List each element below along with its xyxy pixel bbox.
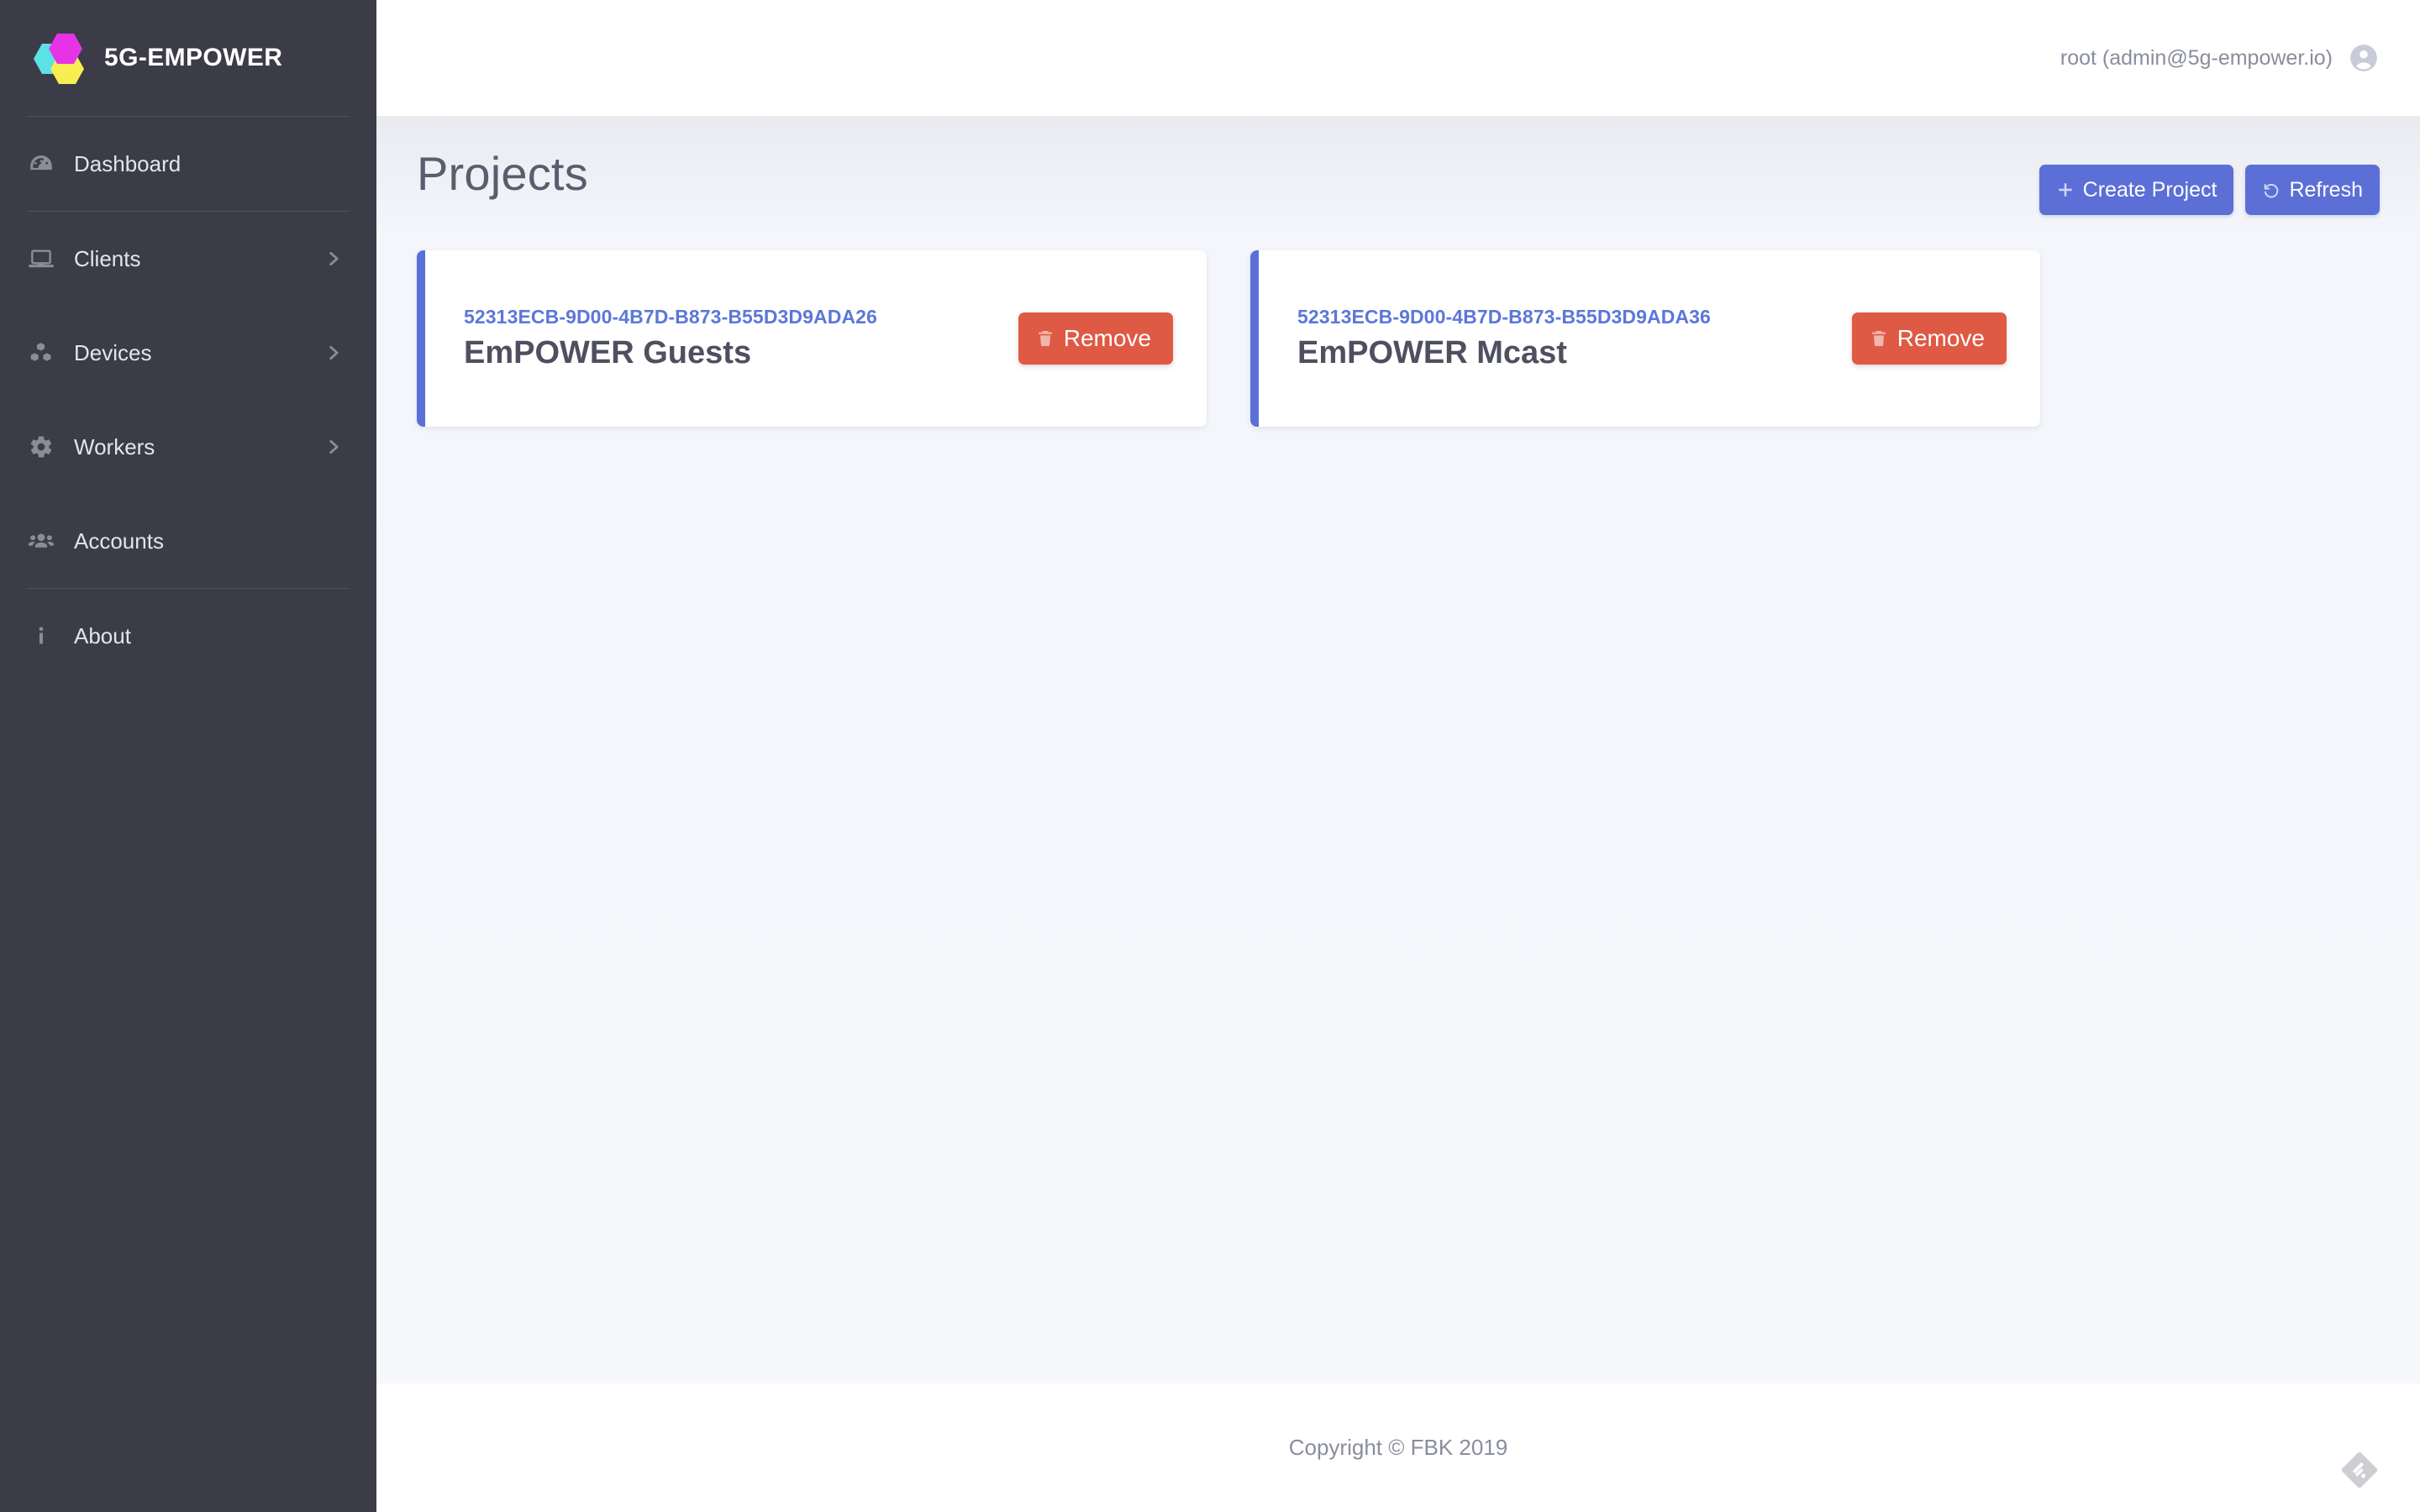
hex-magenta: [49, 34, 82, 64]
refresh-label: Refresh: [2289, 178, 2363, 202]
laptop-icon: [27, 244, 55, 273]
sidebar-item-workers[interactable]: Workers: [0, 400, 376, 494]
plus-icon: [2056, 181, 2075, 199]
hexagon-logo-icon: [34, 32, 86, 84]
remove-project-button[interactable]: Remove: [1852, 312, 2007, 365]
chevron-right-icon[interactable]: [324, 249, 343, 268]
content-area: Projects Create Project: [376, 116, 2420, 1383]
trash-icon: [1035, 328, 1055, 349]
brand[interactable]: 5G-EMPOWER: [0, 0, 376, 116]
nav-group-misc: About: [0, 589, 376, 683]
sidebar-item-label: Dashboard: [74, 151, 343, 177]
remove-project-button[interactable]: Remove: [1018, 312, 1173, 365]
project-name: EmPOWER Mcast: [1297, 335, 1711, 371]
refresh-button[interactable]: Refresh: [2245, 165, 2380, 215]
sidebar-item-label: About: [74, 623, 343, 649]
undo-arrow-icon: [2262, 181, 2281, 199]
project-card-body: 52313ECB-9D00-4B7D-B873-B55D3D9ADA36 EmP…: [1297, 306, 1711, 371]
create-project-button[interactable]: Create Project: [2039, 165, 2234, 215]
cubes-icon: [27, 339, 55, 367]
copyright-text: Copyright © FBK 2019: [1289, 1435, 1508, 1461]
sidebar-item-devices[interactable]: Devices: [0, 306, 376, 400]
brand-name: 5G-EMPOWER: [104, 44, 282, 72]
page-title: Projects: [417, 148, 588, 200]
project-card[interactable]: 52313ECB-9D00-4B7D-B873-B55D3D9ADA26 EmP…: [417, 250, 1207, 427]
sidebar-item-dashboard[interactable]: Dashboard: [0, 117, 376, 211]
chevron-right-icon[interactable]: [324, 344, 343, 362]
footer: Copyright © FBK 2019: [376, 1383, 2420, 1512]
page-actions: Create Project Refresh: [2039, 148, 2380, 215]
project-card-grid: 52313ECB-9D00-4B7D-B873-B55D3D9ADA26 EmP…: [417, 250, 2380, 427]
sidebar-item-clients[interactable]: Clients: [0, 212, 376, 306]
sidebar-item-accounts[interactable]: Accounts: [0, 494, 376, 588]
info-icon: [27, 622, 55, 650]
users-icon: [27, 527, 55, 555]
sidebar-item-label: Accounts: [74, 528, 343, 554]
project-uuid-link[interactable]: 52313ECB-9D00-4B7D-B873-B55D3D9ADA26: [464, 306, 877, 328]
current-user-label: root (admin@5g-empower.io): [2060, 46, 2333, 71]
create-project-label: Create Project: [2083, 178, 2217, 202]
nav-group-primary: Dashboard: [0, 117, 376, 211]
chevron-right-icon[interactable]: [324, 438, 343, 456]
main-column: root (admin@5g-empower.io) Projects: [376, 0, 2420, 1512]
topbar: root (admin@5g-empower.io): [376, 0, 2420, 116]
page-header: Projects Create Project: [417, 116, 2380, 215]
user-circle-icon[interactable]: [2348, 42, 2380, 74]
nav-group-resources: Clients Devices: [0, 212, 376, 588]
project-name: EmPOWER Guests: [464, 335, 877, 371]
gear-icon: [27, 433, 55, 461]
sidebar: 5G-EMPOWER Dashboard: [0, 0, 376, 1512]
sidebar-item-label: Clients: [74, 246, 306, 272]
trash-icon: [1869, 328, 1889, 349]
sidebar-item-label: Devices: [74, 340, 306, 366]
remove-label: Remove: [1064, 325, 1151, 352]
diamond-badge-icon[interactable]: [2338, 1448, 2381, 1492]
gauge-icon: [27, 150, 55, 178]
project-uuid-link[interactable]: 52313ECB-9D00-4B7D-B873-B55D3D9ADA36: [1297, 306, 1711, 328]
sidebar-item-label: Workers: [74, 434, 306, 460]
project-card[interactable]: 52313ECB-9D00-4B7D-B873-B55D3D9ADA36 EmP…: [1250, 250, 2040, 427]
remove-label: Remove: [1897, 325, 1985, 352]
project-card-body: 52313ECB-9D00-4B7D-B873-B55D3D9ADA26 EmP…: [464, 306, 877, 371]
app-root: 5G-EMPOWER Dashboard: [0, 0, 2420, 1512]
sidebar-item-about[interactable]: About: [0, 589, 376, 683]
